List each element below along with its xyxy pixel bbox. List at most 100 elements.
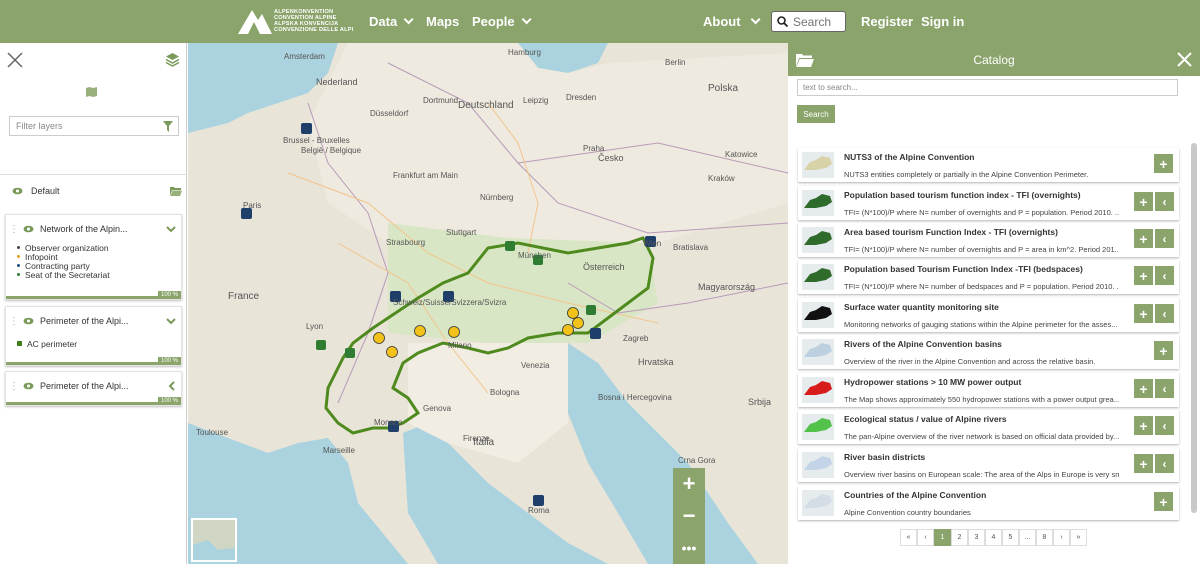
overview-minimap[interactable] [191,518,237,562]
zoom-in-button[interactable]: + [673,468,705,500]
close-icon[interactable] [1177,52,1192,67]
map-label: Lyon [306,322,323,331]
drag-handle-icon[interactable]: ⋮ [9,224,19,235]
zoom-out-button[interactable]: − [673,500,705,532]
map-label: Kraków [708,174,735,183]
map-label: Dortmund [423,96,458,105]
opacity-bar[interactable] [6,402,181,405]
pagination-item[interactable]: 1 [934,529,951,546]
filter-icon [163,121,173,132]
catalog-item[interactable]: Population based tourism function index … [798,186,1179,220]
map-label: Hamburg [508,48,541,57]
add-layer-button[interactable]: + [1134,304,1153,323]
map-label: Wien [643,239,661,248]
pagination-item[interactable]: ‹ [917,529,934,546]
catalog-item[interactable]: Area based tourism Function Index - TFI … [798,223,1179,257]
layers-panel: Filter layers Default ⋮ Network of the A… [0,43,187,564]
nav-data-menu[interactable]: Data [369,0,414,43]
add-layer-button[interactable]: + [1134,416,1153,435]
catalog-item[interactable]: Hydropower stations > 10 MW power output… [798,373,1179,407]
catalog-item[interactable]: Ecological status / value of Alpine rive… [798,410,1179,444]
map-label: Brussel - Bruxelles [283,136,350,145]
sign-in-link[interactable]: Sign in [921,0,964,43]
pagination-item[interactable]: 3 [968,529,985,546]
catalog-item[interactable]: River basin districts Overview river basi… [798,448,1179,482]
chevron-down-icon[interactable] [166,225,176,233]
search-input[interactable] [793,14,845,29]
opacity-bar[interactable] [6,362,181,365]
catalog-item-title: Rivers of the Alpine Convention basins [844,339,1002,349]
catalog-item-title: Countries of the Alpine Convention [844,490,987,500]
chevron-down-icon [750,14,761,25]
nav-people-menu[interactable]: People [472,0,532,43]
layer-perimeter-alpine-2[interactable]: ⋮ Perimeter of the Alpi... 100 % [5,371,182,406]
catalog-item-description: Overview river basins on European scale:… [844,470,1119,479]
catalog-item-title: Surface water quantity monitoring site [844,302,999,312]
pagination-item[interactable]: 5 [1002,529,1019,546]
catalog-item[interactable]: Countries of the Alpine Convention Alpine… [798,486,1179,520]
catalog-item-description: The Map shows approximately 550 hydropow… [844,395,1119,404]
chevron-left-icon[interactable] [168,381,175,391]
pagination-item[interactable]: ... [1019,529,1036,546]
add-layer-button[interactable]: + [1134,192,1153,211]
map-label: Venezia [521,361,550,370]
map-label: Zagreb [623,334,649,343]
layer-perimeter-alpine-1[interactable]: ⋮ Perimeter of the Alpi... AC perimeter … [5,306,182,366]
add-layer-button[interactable]: + [1134,379,1153,398]
map-label: Bratislava [673,243,709,252]
opacity-bar[interactable] [6,296,181,299]
drag-handle-icon[interactable]: ⋮ [9,381,19,392]
add-layer-button[interactable]: + [1134,454,1153,473]
pagination-item[interactable]: › [1053,529,1070,546]
back-chevron-button[interactable]: ‹ [1155,192,1174,211]
folder-open-icon [796,54,814,67]
map-label: Nürnberg [480,193,513,202]
register-link[interactable]: Register [861,0,913,43]
add-layer-button[interactable]: + [1134,266,1153,285]
back-chevron-button[interactable]: ‹ [1155,266,1174,285]
map-label: Deutschland [458,100,514,111]
map-icon[interactable] [86,87,97,97]
add-layer-button[interactable]: + [1154,154,1173,173]
close-icon[interactable] [7,52,23,68]
catalog-item[interactable]: Rivers of the Alpine Convention basins Ov… [798,335,1179,369]
catalog-scrollbar[interactable] [1191,143,1197,513]
eye-icon[interactable] [12,187,23,195]
layer-group-default[interactable]: Default [12,184,182,198]
pagination-item[interactable]: 2 [951,529,968,546]
catalog-search-input[interactable]: text to search... [797,79,1178,96]
filter-layers-input[interactable]: Filter layers [9,116,179,136]
add-layer-button[interactable]: + [1154,492,1173,511]
back-chevron-button[interactable]: ‹ [1155,454,1174,473]
back-chevron-button[interactable]: ‹ [1155,229,1174,248]
alpine-convention-logo[interactable]: ALPENKONVENTION CONVENTION ALPINE ALPSKA… [238,7,358,35]
catalog-item-description: The pan-Alpine overview of the river net… [844,432,1119,441]
pagination-item[interactable]: « [900,529,917,546]
eye-icon[interactable] [23,382,34,390]
eye-icon[interactable] [23,225,34,233]
legend-item: Seat of the Secretariat [17,270,181,280]
catalog-item[interactable]: Population based Tourism Function Index … [798,260,1179,294]
pagination-item[interactable]: 8 [1036,529,1053,546]
add-layer-button[interactable]: + [1134,229,1153,248]
back-chevron-button[interactable]: ‹ [1155,416,1174,435]
search-box[interactable] [771,11,846,32]
pagination-item[interactable]: » [1070,529,1087,546]
eye-icon[interactable] [23,317,34,325]
layers-icon[interactable] [165,52,180,67]
catalog-item[interactable]: NUTS3 of the Alpine Convention NUTS3 enti… [798,148,1179,182]
back-chevron-button[interactable]: ‹ [1155,379,1174,398]
catalog-item[interactable]: Surface water quantity monitoring site Mo… [798,298,1179,332]
back-chevron-button[interactable]: ‹ [1155,304,1174,323]
more-options-button[interactable]: ••• [673,532,705,564]
pagination-item[interactable]: 4 [985,529,1002,546]
catalog-search-button[interactable]: Search [797,105,835,123]
nav-about-menu[interactable]: About [703,0,761,43]
add-layer-button[interactable]: + [1154,341,1173,360]
nav-maps-link[interactable]: Maps [426,0,459,43]
catalog-item-thumbnail [802,377,834,403]
catalog-item-thumbnail [802,339,834,365]
drag-handle-icon[interactable]: ⋮ [9,316,19,327]
chevron-down-icon[interactable] [166,317,176,325]
layer-network-alpine[interactable]: ⋮ Network of the Alpin... Observer organ… [5,214,182,300]
